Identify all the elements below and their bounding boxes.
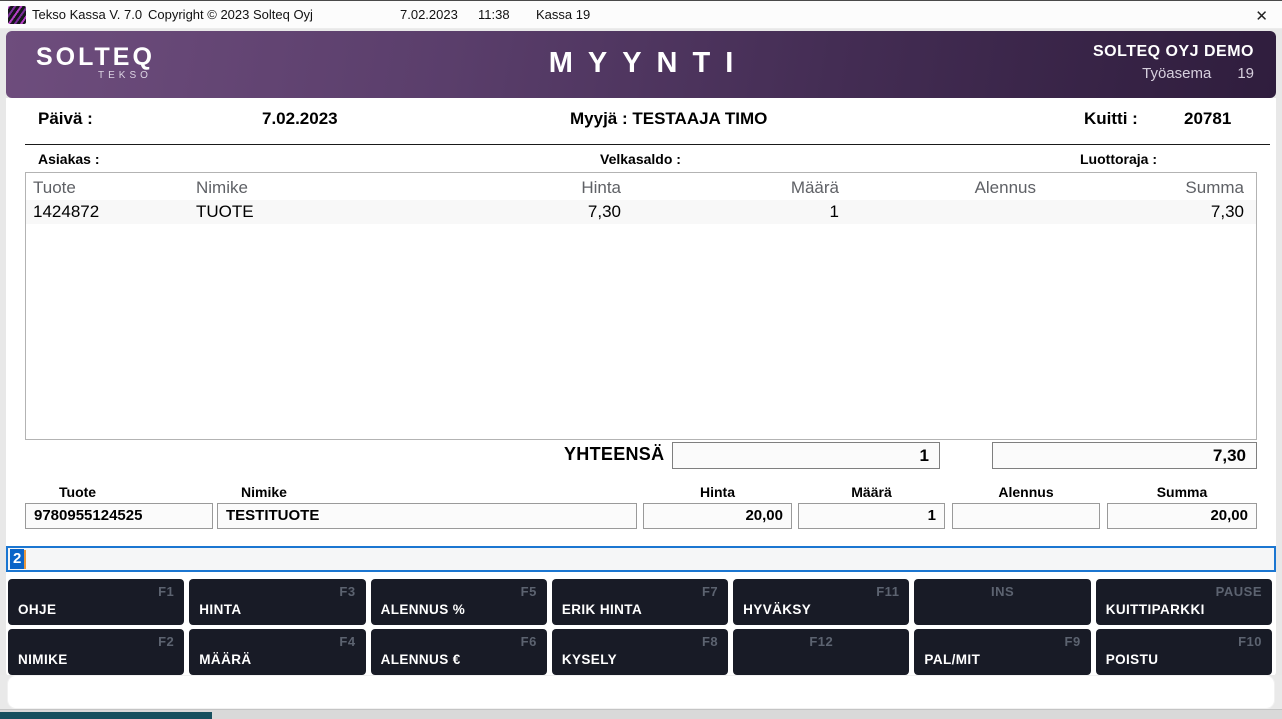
close-icon[interactable]: ✕ (1251, 7, 1272, 25)
divider (25, 144, 1270, 145)
workstation-value: 19 (1237, 65, 1254, 82)
status-message-box (8, 676, 1274, 708)
copyright-text: Copyright © 2023 Solteq Oyj (148, 7, 313, 22)
command-input-selection: 2 (10, 549, 25, 569)
fkey-nimike[interactable]: NIMIKE F2 (8, 629, 185, 675)
total-sum-field: 7,30 (992, 442, 1257, 469)
background-window-edge (0, 712, 212, 719)
fkey-f12[interactable]: F12 (733, 629, 910, 675)
bottom-strip (0, 709, 1282, 719)
page-title: MYYNTI (548, 47, 749, 79)
balance-label: Velkasaldo : (600, 151, 681, 167)
entry-label-maara: Määrä (851, 484, 892, 500)
cell-hinta: 7,30 (587, 202, 621, 221)
cell-nimike: TUOTE (196, 202, 254, 221)
col-header-nimike: Nimike (196, 178, 248, 197)
entry-label-nimike: Nimike (241, 484, 287, 500)
entry-label-summa: Summa (1156, 484, 1208, 500)
company-name: SOLTEQ OYJ DEMO (1093, 43, 1254, 60)
fkey-ins[interactable]: INS (914, 579, 1091, 625)
sale-content: Päivä : 7.02.2023 Myyjä : TESTAAJA TIMO … (6, 98, 1276, 676)
line-sum-input[interactable]: 20,00 (1107, 503, 1257, 529)
items-table: Tuote Nimike Hinta Määrä Alennus Summa 1… (25, 172, 1257, 440)
entry-label-hinta: Hinta (700, 484, 735, 500)
cell-tuote: 1424872 (33, 202, 100, 221)
store-info: SOLTEQ OYJ DEMO Työasema 19 (1093, 43, 1254, 82)
totals-row: YHTEENSÄ 1 7,30 (6, 442, 1276, 470)
text-caret (24, 549, 27, 569)
fkey-kuittiparkki[interactable]: KUITTIPARKKI PAUSE (1095, 579, 1272, 625)
customer-row: Asiakas : Velkasaldo : Luottoraja : (6, 151, 1276, 169)
command-input[interactable]: 2 (6, 546, 1276, 572)
workstation-label: Työasema (1142, 65, 1212, 82)
seller-info: Myyjä : TESTAAJA TIMO (570, 109, 768, 128)
receipt-info-row: Päivä : 7.02.2023 Myyjä : TESTAAJA TIMO … (6, 109, 1276, 133)
sales-header: SOLTEQ TEKSO MYYNTI SOLTEQ OYJ DEMO Työa… (6, 31, 1276, 98)
fkey-pal-mit[interactable]: PAL/MIT F9 (914, 629, 1091, 675)
col-header-alennus: Alennus (974, 178, 1036, 197)
entry-row: Tuote 9780955124525 Nimike TESTITUOTE Hi… (6, 484, 1276, 534)
product-code-input[interactable]: 9780955124525 (25, 503, 213, 529)
fkey-maara[interactable]: MÄÄRÄ F4 (189, 629, 366, 675)
col-header-tuote: Tuote (33, 178, 76, 197)
items-table-header: Tuote Nimike Hinta Määrä Alennus Summa (26, 176, 1256, 200)
cell-summa: 7,30 (1210, 202, 1244, 221)
fkey-erik-hinta[interactable]: ERIK HINTA F7 (551, 579, 729, 625)
app-icon (8, 6, 26, 24)
titlebar-time: 11:38 (478, 7, 510, 22)
window-title: Tekso Kassa V. 7.0 (32, 7, 143, 22)
entry-label-alennus: Alennus (998, 484, 1054, 500)
col-header-hinta: Hinta (581, 178, 621, 197)
customer-label: Asiakas : (38, 151, 100, 167)
col-header-maara: Määrä (790, 178, 839, 197)
fkey-alennus-euro[interactable]: ALENNUS € F6 (370, 629, 547, 675)
titlebar-date: 7.02.2023 (400, 7, 458, 22)
credit-label: Luottoraja : (1080, 151, 1157, 167)
receipt-number: 20781 (1184, 109, 1232, 128)
fkey-alennus-prosentti[interactable]: ALENNUS % F5 (370, 579, 547, 625)
quantity-input[interactable]: 1 (798, 503, 945, 529)
bottom-area (0, 675, 1282, 719)
titlebar-register: Kassa 19 (536, 7, 591, 22)
function-key-panel: OHJE F1 HINTA F3 ALENNUS % F5 ERIK HINTA… (8, 579, 1272, 675)
price-input[interactable]: 20,00 (643, 503, 792, 529)
fkey-poistu[interactable]: POISTU F10 (1095, 629, 1272, 675)
fkey-hinta[interactable]: HINTA F3 (189, 579, 366, 625)
total-quantity-field: 1 (672, 442, 940, 469)
cell-maara: 1 (829, 202, 839, 221)
fkey-kysely[interactable]: KYSELY F8 (551, 629, 729, 675)
date-label: Päivä : (38, 109, 93, 128)
date-value: 7.02.2023 (262, 109, 338, 128)
product-name-input[interactable]: TESTITUOTE (217, 503, 637, 529)
fkey-ohje[interactable]: OHJE F1 (8, 579, 185, 625)
totals-label: YHTEENSÄ (564, 444, 665, 464)
table-row[interactable]: 1424872 TUOTE 7,30 1 7,30 (26, 200, 1256, 224)
entry-label-tuote: Tuote (59, 484, 97, 500)
window-titlebar: Tekso Kassa V. 7.0 Copyright © 2023 Solt… (0, 1, 1282, 29)
fkey-hyvaksy[interactable]: HYVÄKSY F11 (733, 579, 910, 625)
receipt-label: Kuitti : (1084, 109, 1138, 128)
discount-input[interactable] (952, 503, 1100, 529)
col-header-summa: Summa (1185, 178, 1244, 197)
